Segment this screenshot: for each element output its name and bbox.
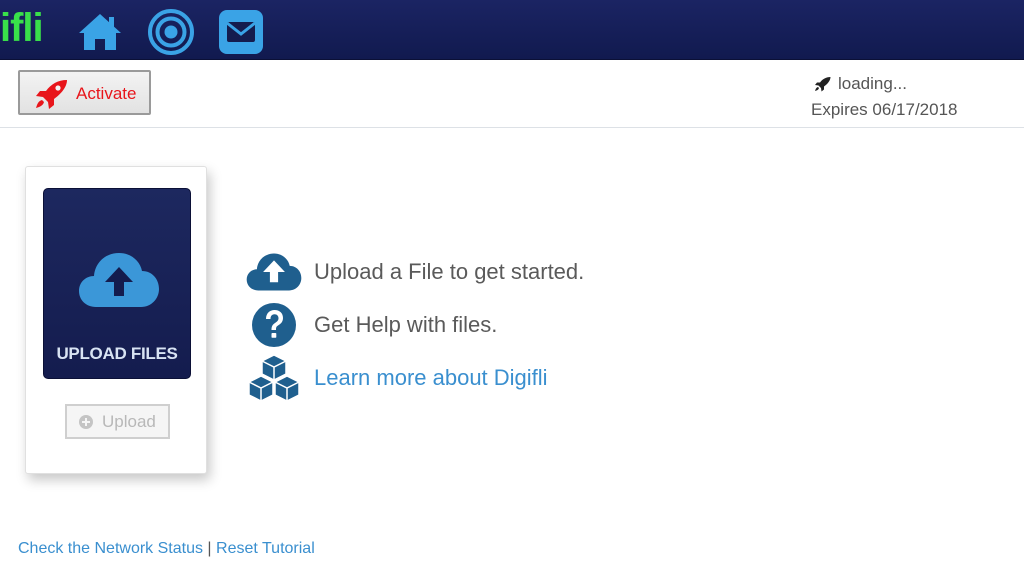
reset-tutorial-link[interactable]: Reset Tutorial [216, 540, 315, 557]
cubes-icon [248, 354, 300, 402]
footer-separator: | [207, 540, 212, 557]
sub-header: Activate loading... Expires 06/17/2018 [0, 60, 1024, 128]
footer: Check the Network Status | Reset Tutoria… [18, 540, 315, 558]
loading-status-text: loading... [838, 74, 907, 93]
upload-files-tile[interactable]: UPLOAD FILES [43, 188, 191, 379]
license-status: loading... Expires 06/17/2018 [811, 72, 958, 120]
upload-button-label: Upload [102, 412, 156, 431]
info-help-row: Get Help with files. [244, 301, 497, 349]
learn-more-link[interactable]: Learn more about Digifli [314, 365, 548, 391]
top-navbar: ifli [0, 0, 1024, 60]
upload-button[interactable]: Upload [65, 404, 170, 439]
info-help-text: Get Help with files. [314, 312, 498, 337]
upload-card: UPLOAD FILES Upload [25, 166, 207, 474]
app-logo[interactable]: ifli [0, 4, 44, 52]
cloud-upload-icon [79, 253, 159, 307]
info-learn-row: Learn more about Digifli [244, 354, 548, 402]
info-upload-row: Upload a File to get started. [244, 248, 584, 296]
activate-label: Activate [76, 84, 137, 103]
rocket-icon [36, 80, 67, 109]
target-icon[interactable] [147, 8, 195, 56]
cloud-upload-icon [246, 253, 302, 291]
info-upload-text: Upload a File to get started. [314, 259, 585, 284]
upload-files-label: UPLOAD FILES [56, 344, 178, 363]
network-status-link[interactable]: Check the Network Status [18, 540, 203, 557]
expiry-date: Expires 06/17/2018 [811, 100, 958, 119]
home-icon[interactable] [76, 8, 124, 56]
rocket-icon [815, 77, 831, 92]
activate-button[interactable]: Activate [18, 70, 151, 115]
plus-circle-icon [79, 415, 93, 429]
mail-icon[interactable] [217, 8, 265, 56]
help-icon [252, 303, 296, 347]
